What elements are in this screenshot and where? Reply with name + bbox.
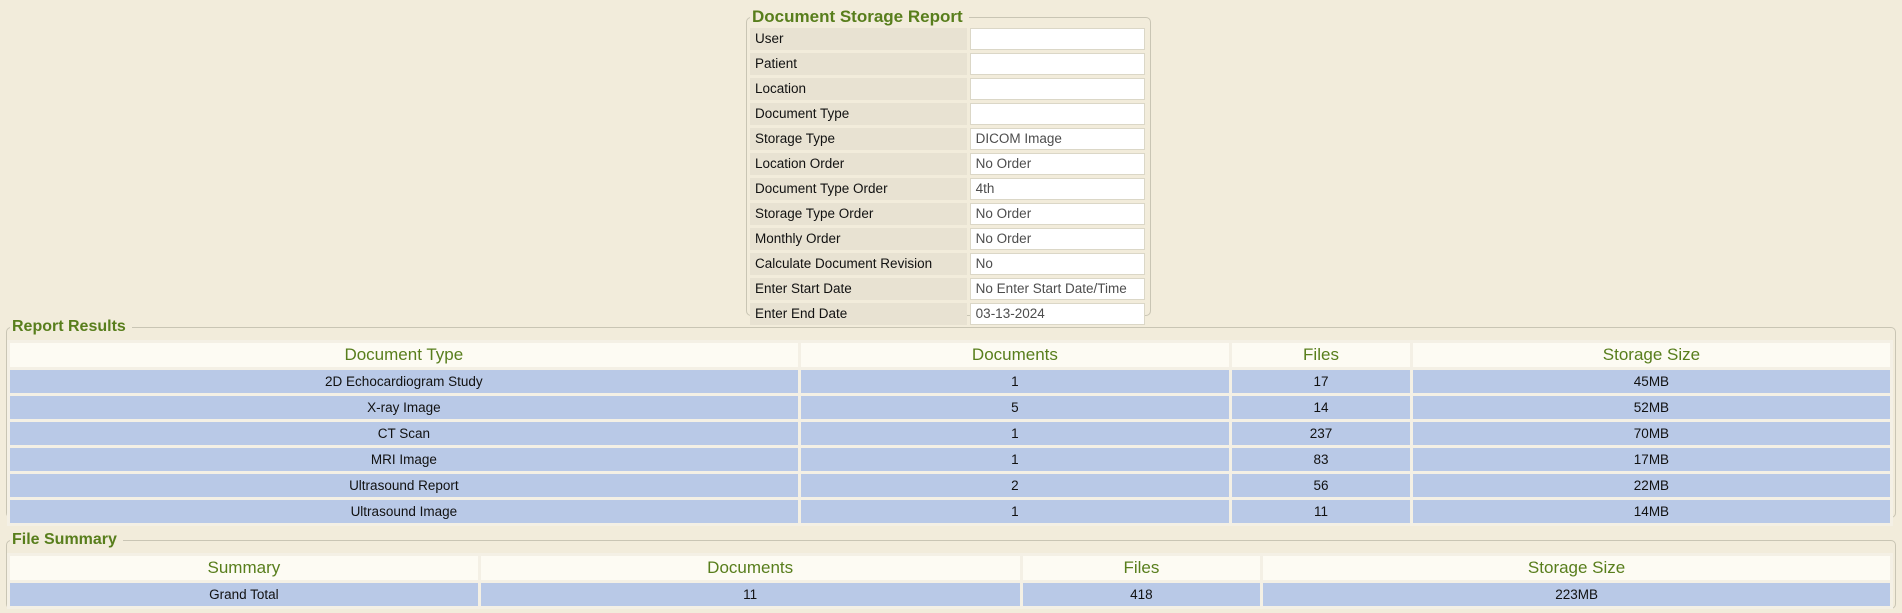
column-header-documents: Documents	[481, 556, 1020, 580]
file-summary-title: File Summary	[10, 530, 123, 550]
storage-size-cell: 14MB	[1413, 500, 1890, 523]
location-label: Location	[750, 78, 967, 100]
user-field[interactable]	[970, 28, 1145, 50]
column-header-files: Files	[1023, 556, 1261, 580]
form-row-storage-type-order: Storage Type Order No Order	[750, 203, 1145, 225]
form-row-monthly-order: Monthly Order No Order	[750, 228, 1145, 250]
storage-size-cell: 70MB	[1413, 422, 1890, 445]
document-type-order-label: Document Type Order	[750, 178, 967, 200]
storage-size-cell: 52MB	[1413, 396, 1890, 419]
enter-end-date-field[interactable]: 03-13-2024	[970, 303, 1145, 325]
report-results-table: Document Type Documents Files Storage Si…	[7, 340, 1893, 526]
form-row-storage-type: Storage Type DICOM Image	[750, 128, 1145, 150]
documents-cell: 1	[801, 370, 1229, 393]
document-type-order-field[interactable]: 4th	[970, 178, 1145, 200]
files-cell: 237	[1232, 422, 1410, 445]
storage-size-cell: 223MB	[1263, 583, 1890, 606]
form-row-document-type-order: Document Type Order 4th	[750, 178, 1145, 200]
storage-size-cell: 45MB	[1413, 370, 1890, 393]
location-order-label: Location Order	[750, 153, 967, 175]
document-type-cell: Ultrasound Image	[10, 500, 798, 523]
document-type-label: Document Type	[750, 103, 967, 125]
files-cell: 14	[1232, 396, 1410, 419]
files-cell: 17	[1232, 370, 1410, 393]
calculate-document-revision-field[interactable]: No	[970, 253, 1145, 275]
column-header-document-type: Document Type	[10, 343, 798, 367]
file-summary-header-row: Summary Documents Files Storage Size	[10, 556, 1890, 580]
documents-cell: 1	[801, 448, 1229, 471]
form-row-calculate-document-revision: Calculate Document Revision No	[750, 253, 1145, 275]
report-criteria-panel: Document Storage Report User Patient Loc…	[746, 17, 1151, 316]
column-header-summary: Summary	[10, 556, 478, 580]
file-summary-panel: File Summary Summary Documents Files Sto…	[6, 540, 1896, 609]
report-results-header-row: Document Type Documents Files Storage Si…	[10, 343, 1890, 367]
storage-type-order-label: Storage Type Order	[750, 203, 967, 225]
report-results-title: Report Results	[10, 317, 132, 337]
monthly-order-label: Monthly Order	[750, 228, 967, 250]
document-type-cell: X-ray Image	[10, 396, 798, 419]
monthly-order-field[interactable]: No Order	[970, 228, 1145, 250]
column-header-documents: Documents	[801, 343, 1229, 367]
summary-cell: Grand Total	[10, 583, 478, 606]
table-row: MRI Image 1 83 17MB	[10, 448, 1890, 471]
table-row: Ultrasound Image 1 11 14MB	[10, 500, 1890, 523]
table-row: Ultrasound Report 2 56 22MB	[10, 474, 1890, 497]
files-cell: 418	[1023, 583, 1261, 606]
form-row-document-type: Document Type	[750, 103, 1145, 125]
storage-size-cell: 22MB	[1413, 474, 1890, 497]
enter-start-date-field[interactable]: No Enter Start Date/Time	[970, 278, 1145, 300]
form-row-location-order: Location Order No Order	[750, 153, 1145, 175]
column-header-storage-size: Storage Size	[1413, 343, 1890, 367]
location-field[interactable]	[970, 78, 1145, 100]
files-cell: 56	[1232, 474, 1410, 497]
storage-size-cell: 17MB	[1413, 448, 1890, 471]
files-cell: 83	[1232, 448, 1410, 471]
storage-type-label: Storage Type	[750, 128, 967, 150]
files-cell: 11	[1232, 500, 1410, 523]
calculate-document-revision-label: Calculate Document Revision	[750, 253, 967, 275]
form-row-user: User	[750, 28, 1145, 50]
report-criteria-table: User Patient Location Document Type Stor…	[747, 25, 1148, 328]
document-storage-report-page: Document Storage Report User Patient Loc…	[0, 0, 1902, 613]
column-header-files: Files	[1232, 343, 1410, 367]
column-header-storage-size: Storage Size	[1263, 556, 1890, 580]
documents-cell: 1	[801, 500, 1229, 523]
documents-cell: 5	[801, 396, 1229, 419]
table-row: 2D Echocardiogram Study 1 17 45MB	[10, 370, 1890, 393]
form-row-patient: Patient	[750, 53, 1145, 75]
report-criteria-title: Document Storage Report	[750, 7, 969, 27]
documents-cell: 2	[801, 474, 1229, 497]
document-type-cell: MRI Image	[10, 448, 798, 471]
form-row-location: Location	[750, 78, 1145, 100]
patient-field[interactable]	[970, 53, 1145, 75]
grand-total-row: Grand Total 11 418 223MB	[10, 583, 1890, 606]
report-results-panel: Report Results Document Type Documents F…	[6, 327, 1896, 518]
user-label: User	[750, 28, 967, 50]
document-type-field[interactable]	[970, 103, 1145, 125]
storage-type-order-field[interactable]: No Order	[970, 203, 1145, 225]
patient-label: Patient	[750, 53, 967, 75]
document-type-cell: CT Scan	[10, 422, 798, 445]
documents-cell: 1	[801, 422, 1229, 445]
form-row-enter-end-date: Enter End Date 03-13-2024	[750, 303, 1145, 325]
enter-start-date-label: Enter Start Date	[750, 278, 967, 300]
file-summary-table: Summary Documents Files Storage Size Gra…	[7, 553, 1893, 609]
storage-type-field[interactable]: DICOM Image	[970, 128, 1145, 150]
form-row-enter-start-date: Enter Start Date No Enter Start Date/Tim…	[750, 278, 1145, 300]
location-order-field[interactable]: No Order	[970, 153, 1145, 175]
table-row: CT Scan 1 237 70MB	[10, 422, 1890, 445]
documents-cell: 11	[481, 583, 1020, 606]
table-row: X-ray Image 5 14 52MB	[10, 396, 1890, 419]
enter-end-date-label: Enter End Date	[750, 303, 967, 325]
document-type-cell: 2D Echocardiogram Study	[10, 370, 798, 393]
document-type-cell: Ultrasound Report	[10, 474, 798, 497]
